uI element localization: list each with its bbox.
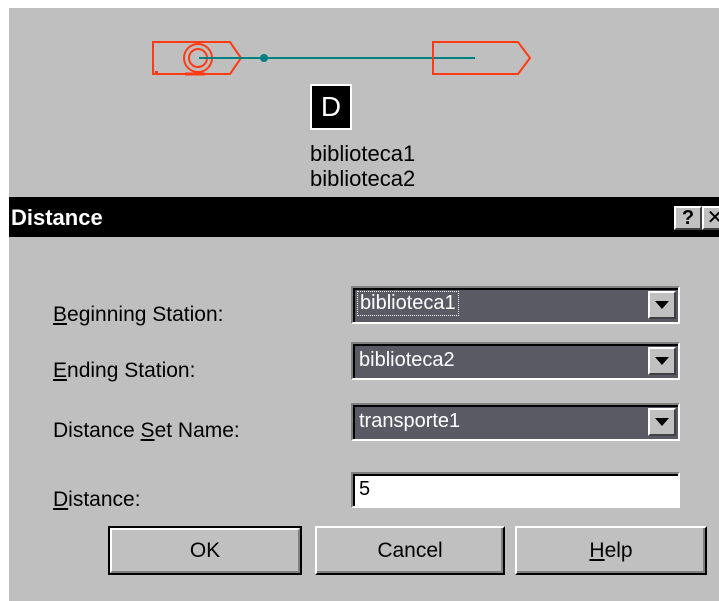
distance-label: Distance: [53,488,141,512]
distance-input[interactable]: 5 [351,472,680,508]
dialog-titlebar[interactable]: Distance ? ✕ [9,197,719,237]
beginning-station-label-key: B [53,303,68,326]
diagram-canvas: D biblioteca1 biblioteca2 [9,8,719,198]
distance-set-name-value: transporte1 [359,410,461,432]
distance-label-rest: istance: [68,488,141,511]
beginning-station-label: Beginning Station: [53,303,223,327]
chevron-down-icon [655,301,669,309]
help-button-label-rest: elp [604,538,633,562]
link-node-dot[interactable] [260,54,268,62]
distance-set-name-label: Distance Set Name: [53,419,240,443]
distance-node-badge[interactable]: D [310,84,352,130]
close-button[interactable]: ✕ [702,206,719,230]
distance-set-name-label-key: S [140,419,155,442]
dropdown-arrow-button[interactable] [648,347,676,375]
cancel-button[interactable]: Cancel [315,526,505,575]
ending-station-label-rest: nding Station: [67,359,196,382]
distance-dialog: Distance ? ✕ Beginning Station: bibliote… [9,197,719,601]
distance-set-name-select[interactable]: transporte1 [351,403,680,441]
ok-button[interactable]: OK [108,526,302,575]
help-button[interactable]: Help [515,526,707,575]
beginning-station-label-rest: eginning Station: [67,303,224,326]
cancel-button-label: Cancel [377,538,443,562]
distance-set-name-label-prefix: Distance [53,419,141,442]
beginning-station-select[interactable]: biblioteca1 [351,286,680,324]
chevron-down-icon [655,418,669,426]
ending-station-value: biblioteca2 [359,349,455,371]
distance-input-value: 5 [359,478,371,500]
station-label-start: biblioteca1 [310,141,416,166]
distance-label-key: D [53,488,69,511]
context-help-button[interactable]: ? [674,206,702,230]
ending-station-label: Ending Station: [53,359,195,383]
dialog-title: Distance [11,205,103,230]
help-button-label-key: H [589,538,605,562]
ok-button-label: OK [189,538,221,562]
dropdown-arrow-button[interactable] [648,408,676,436]
distance-set-name-label-rest: et Name: [154,419,240,442]
help-button-label: Help [589,539,632,563]
input-inner [353,474,678,506]
beginning-station-value: biblioteca1 [357,291,459,316]
station-label-end: biblioteca2 [310,166,416,191]
ending-station-select[interactable]: biblioteca2 [351,342,680,380]
dropdown-arrow-button[interactable] [648,291,676,319]
ending-station-label-key: E [53,359,68,382]
chevron-down-icon [655,357,669,365]
